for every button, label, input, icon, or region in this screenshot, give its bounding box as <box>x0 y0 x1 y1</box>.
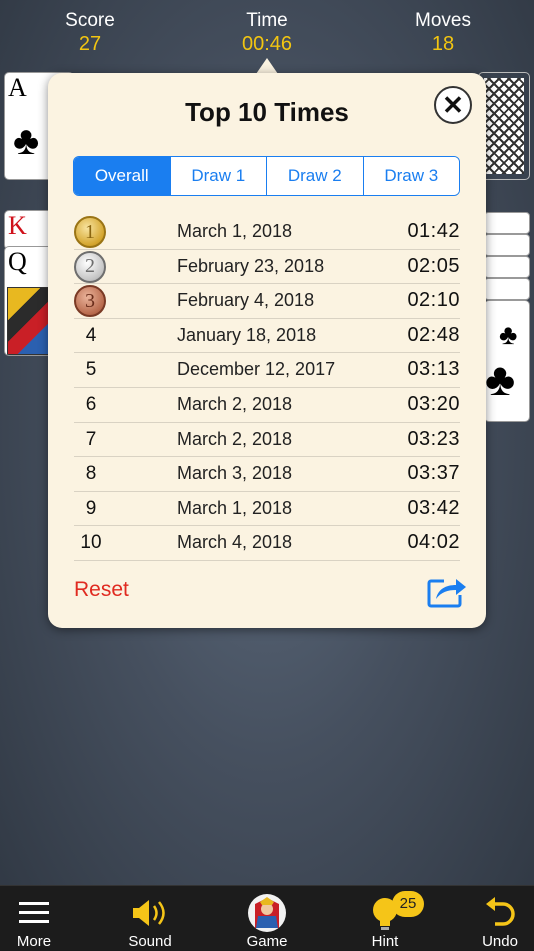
row-time: 03:23 <box>407 427 460 450</box>
time-value: 00:46 <box>241 33 293 55</box>
time-label: Time <box>246 10 288 31</box>
gold-medal-icon: 1 <box>74 216 106 248</box>
row-rank: 7 <box>85 428 97 450</box>
tab-draw-2[interactable]: Draw 2 <box>266 157 363 195</box>
row-time: 04:02 <box>407 531 460 554</box>
undo-button[interactable]: Undo <box>455 886 534 951</box>
dialog-title: Top 10 Times <box>185 97 349 127</box>
popover-caret <box>256 58 278 74</box>
silver-medal-icon: 2 <box>74 250 106 283</box>
queen-face-image <box>7 287 51 355</box>
time-display: Time 00:46 <box>207 10 327 56</box>
moves-value: 18 <box>431 33 455 55</box>
club-suit-icon: ♣ <box>13 119 40 163</box>
times-list: 1 March 1, 2018 01:42 2 February 23, 201… <box>74 215 460 561</box>
row-date: March 3, 2018 <box>177 463 293 484</box>
reset-button[interactable]: Reset <box>74 578 129 602</box>
hint-label: Hint <box>371 933 399 950</box>
undo-label: Undo <box>482 933 518 950</box>
row-date: January 18, 2018 <box>177 324 317 345</box>
moves-display: Moves 18 <box>383 10 503 56</box>
list-item: 8 March 3, 2018 03:37 <box>74 457 460 492</box>
club-suit-icon: ♣ <box>485 353 516 405</box>
tab-draw-1[interactable]: Draw 1 <box>169 157 266 195</box>
score-label: Score <box>65 10 115 31</box>
game-label: Game <box>246 933 288 950</box>
row-date: March 4, 2018 <box>177 532 293 553</box>
card-rank: A <box>8 73 27 102</box>
more-label: More <box>16 933 52 950</box>
menu-icon <box>19 902 49 923</box>
top-times-dialog: Top 10 Times ✕ Overall Draw 1 Draw 2 Dra… <box>48 73 486 628</box>
row-rank: 8 <box>85 463 97 485</box>
list-item: 3 February 4, 2018 02:10 <box>74 284 460 319</box>
row-date: February 23, 2018 <box>177 255 325 276</box>
list-item: 5 December 12, 2017 03:13 <box>74 353 460 388</box>
moves-label: Moves <box>415 10 471 31</box>
tableau-facedown-card <box>484 212 530 234</box>
list-item: 1 March 1, 2018 01:42 <box>74 215 460 250</box>
list-item: 4 January 18, 2018 02:48 <box>74 319 460 354</box>
row-time: 03:13 <box>407 358 460 381</box>
tab-draw-3[interactable]: Draw 3 <box>362 157 459 195</box>
card-rank: Q <box>8 247 27 276</box>
row-date: March 1, 2018 <box>177 221 293 241</box>
row-time: 03:20 <box>407 392 460 415</box>
row-date: March 1, 2018 <box>177 497 293 518</box>
share-icon[interactable] <box>426 571 468 609</box>
tableau-card-clubs[interactable]: ♣ ♣ <box>484 300 530 422</box>
row-rank: 5 <box>85 359 97 381</box>
hint-count-badge: 25 <box>392 891 424 917</box>
sound-label: Sound <box>128 933 172 950</box>
bronze-medal-icon: 3 <box>74 285 106 318</box>
row-time: 01:42 <box>407 220 460 242</box>
list-item: 7 March 2, 2018 03:23 <box>74 423 460 458</box>
close-icon: ✕ <box>442 89 464 120</box>
list-item: 6 March 2, 2018 03:20 <box>74 388 460 423</box>
list-item: 10 March 4, 2018 04:02 <box>74 526 460 561</box>
queen-card-icon <box>248 894 286 932</box>
row-rank: 4 <box>85 324 97 346</box>
score-display: Score 27 <box>30 10 150 56</box>
row-date: March 2, 2018 <box>177 428 293 449</box>
tab-overall[interactable]: Overall <box>74 157 170 195</box>
row-rank: 9 <box>85 497 97 519</box>
more-button[interactable]: More <box>0 886 79 951</box>
close-button[interactable]: ✕ <box>434 86 472 124</box>
tableau-facedown-card <box>484 278 530 300</box>
list-item: 2 February 23, 2018 02:05 <box>74 250 460 285</box>
row-date: March 2, 2018 <box>177 393 293 414</box>
row-rank: 10 <box>80 532 102 554</box>
row-date: February 4, 2018 <box>177 290 315 311</box>
draw-mode-segmented-control: Overall Draw 1 Draw 2 Draw 3 <box>73 156 460 196</box>
sound-button[interactable]: Sound <box>105 886 195 951</box>
list-item: 9 March 1, 2018 03:42 <box>74 492 460 527</box>
club-suit-icon: ♣ <box>499 319 518 350</box>
speaker-icon <box>133 900 165 926</box>
card-rank: K <box>8 211 27 240</box>
hint-button[interactable]: 25 Hint <box>340 886 430 951</box>
bottom-toolbar: More Sound Game 25 Hint Undo <box>0 885 534 951</box>
row-rank: 6 <box>85 393 97 415</box>
game-button[interactable]: Game <box>222 886 312 951</box>
tableau-facedown-card <box>484 256 530 278</box>
tableau-facedown-card <box>484 234 530 256</box>
score-value: 27 <box>78 33 102 55</box>
row-time: 03:37 <box>407 462 460 485</box>
row-time: 02:05 <box>407 254 460 277</box>
row-time: 03:42 <box>407 496 460 519</box>
undo-arrow-icon <box>486 897 515 926</box>
row-time: 02:48 <box>407 323 460 346</box>
row-time: 02:10 <box>407 289 460 312</box>
row-date: December 12, 2017 <box>177 359 336 380</box>
